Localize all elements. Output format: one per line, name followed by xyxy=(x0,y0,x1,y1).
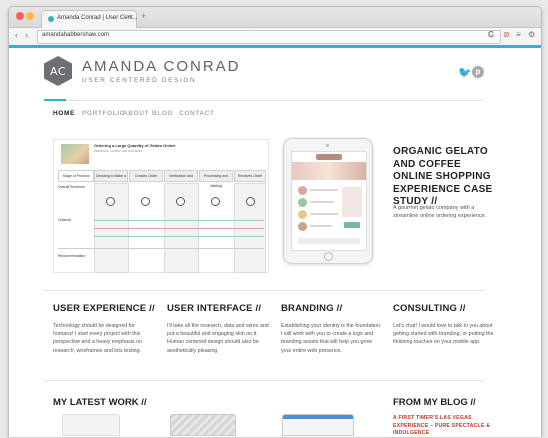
text-line xyxy=(310,225,332,227)
nav-portfolio[interactable]: PORTFOLIO xyxy=(82,110,125,117)
journey-map-title: Ordering a Large Quantity of Gelato Onli… xyxy=(94,143,176,148)
order-panel-mock xyxy=(342,187,362,217)
monogram-text: AC xyxy=(49,64,66,78)
text-line xyxy=(310,213,338,215)
tab-close-icon[interactable]: × xyxy=(127,14,131,21)
service-text-branding: Establishing your identity is the founda… xyxy=(281,323,382,354)
brand-tagline: USER CENTERED DESIGN xyxy=(82,77,197,84)
journey-map-image[interactable]: Ordering a Large Quantity of Gelato Onli… xyxy=(53,139,269,273)
section-divider xyxy=(44,380,484,381)
gelato-flavor-icon xyxy=(298,186,307,195)
service-title-consulting: CONSULTING // xyxy=(393,303,466,314)
accent-bar xyxy=(9,45,541,48)
browser-toolbar: ‹ › amandahabbershaw.com ☆ C ⊘ ≡ ⚙ xyxy=(9,28,541,46)
tab-title: Amanda Conrad | User Cent... xyxy=(57,15,138,21)
nav-divider xyxy=(44,100,484,101)
tab-bar: Amanda Conrad | User Cent... × + xyxy=(9,7,541,28)
column-header: Verification and Checkout xyxy=(164,170,198,188)
service-title-ux: USER EXPERIENCE // xyxy=(53,303,155,314)
tablet-screen xyxy=(291,151,367,251)
blog-heading: FROM MY BLOG // xyxy=(393,397,476,408)
latest-work-heading: MY LATEST WORK // xyxy=(53,397,147,408)
column-header: Stage of Process xyxy=(58,170,94,182)
work-thumbnail[interactable] xyxy=(62,414,120,436)
hero-banner-mock xyxy=(292,162,366,180)
new-tab-button[interactable]: + xyxy=(141,11,146,21)
minimize-window-icon[interactable] xyxy=(26,12,34,20)
case-study-description: A gourmet gelato company with a streamli… xyxy=(393,205,487,219)
blog-post-link[interactable]: A FIRST TIMER'S LAS VEGAS EXPERIENCE – P… xyxy=(393,415,503,438)
menu-icon[interactable]: ≡ xyxy=(516,30,521,39)
column-header: Recieves Order xyxy=(234,170,266,182)
favicon-icon xyxy=(48,16,54,22)
emotion-face-icon xyxy=(106,197,115,206)
case-study-title[interactable]: ORGANIC GELATO AND COFFEE ONLINE SHOPPIN… xyxy=(393,146,503,209)
service-text-consulting: Let's chat! I would love to talk to you … xyxy=(393,323,494,346)
twitter-icon[interactable]: 🐦 xyxy=(458,66,472,79)
column-header: Deciding to Make a Gelato Party xyxy=(94,170,128,188)
nav-about[interactable]: ABOUT xyxy=(123,110,149,117)
channel-line xyxy=(94,236,264,237)
column-header: Creates Order xyxy=(129,170,163,182)
brand-name[interactable]: AMANDA CONRAD xyxy=(82,58,241,75)
work-thumbnail[interactable] xyxy=(170,414,236,436)
column-header: Processing and Waiting xyxy=(199,170,233,188)
emotion-face-icon xyxy=(176,197,185,206)
url-text[interactable]: amandahabbershaw.com xyxy=(42,32,109,38)
order-button-mock xyxy=(344,222,360,228)
row-divider xyxy=(58,248,264,249)
pinterest-icon[interactable]: p xyxy=(472,66,484,78)
nav-active-indicator xyxy=(44,99,66,101)
gelato-flavor-icon xyxy=(298,210,307,219)
emotion-face-icon xyxy=(246,197,255,206)
text-line xyxy=(310,201,334,203)
browser-tab[interactable]: Amanda Conrad | User Cent... × xyxy=(41,10,138,28)
stop-icon[interactable]: ⊘ xyxy=(503,30,510,39)
service-title-ui: USER INTERFACE // xyxy=(167,303,262,314)
service-text-ux: Technology should be designed for humans… xyxy=(53,323,142,354)
extension-icon[interactable]: ⚙ xyxy=(528,30,535,39)
gelato-flavor-icon xyxy=(298,222,307,231)
text-line xyxy=(310,189,338,191)
tablet-home-button xyxy=(324,252,333,261)
back-button[interactable]: ‹ xyxy=(15,30,18,40)
emotion-face-icon xyxy=(211,197,220,206)
service-text-ui: I'll take all the research, data and wir… xyxy=(167,323,269,354)
row-label: Channel xyxy=(58,218,72,222)
close-window-icon[interactable] xyxy=(16,12,24,20)
journey-map-subtitle: PERSONA: LAURA THE HOSTESS xyxy=(94,149,143,153)
site-logo-mock xyxy=(316,154,342,160)
service-title-branding: BRANDING // xyxy=(281,303,343,314)
nav-home[interactable]: HOME xyxy=(53,110,75,117)
channel-line xyxy=(94,220,264,221)
row-label: Recommendation xyxy=(58,254,86,258)
address-bar[interactable]: amandahabbershaw.com ☆ xyxy=(37,30,501,44)
work-thumbnail[interactable] xyxy=(282,414,354,436)
nav-blog[interactable]: BLOG xyxy=(152,110,173,117)
channel-line xyxy=(94,228,264,229)
gelato-photo xyxy=(61,144,89,164)
tablet-camera xyxy=(326,144,329,147)
reload-icon[interactable]: C xyxy=(488,30,494,39)
footer-mock xyxy=(298,238,360,244)
emotion-face-icon xyxy=(141,197,150,206)
section-divider xyxy=(44,290,484,291)
forward-button[interactable]: › xyxy=(25,30,28,40)
row-label: Overall Emotions xyxy=(58,185,85,189)
nav-contact[interactable]: CONTACT xyxy=(179,110,215,117)
gelato-flavor-icon xyxy=(298,198,307,207)
tablet-mockup-image[interactable] xyxy=(283,138,373,264)
